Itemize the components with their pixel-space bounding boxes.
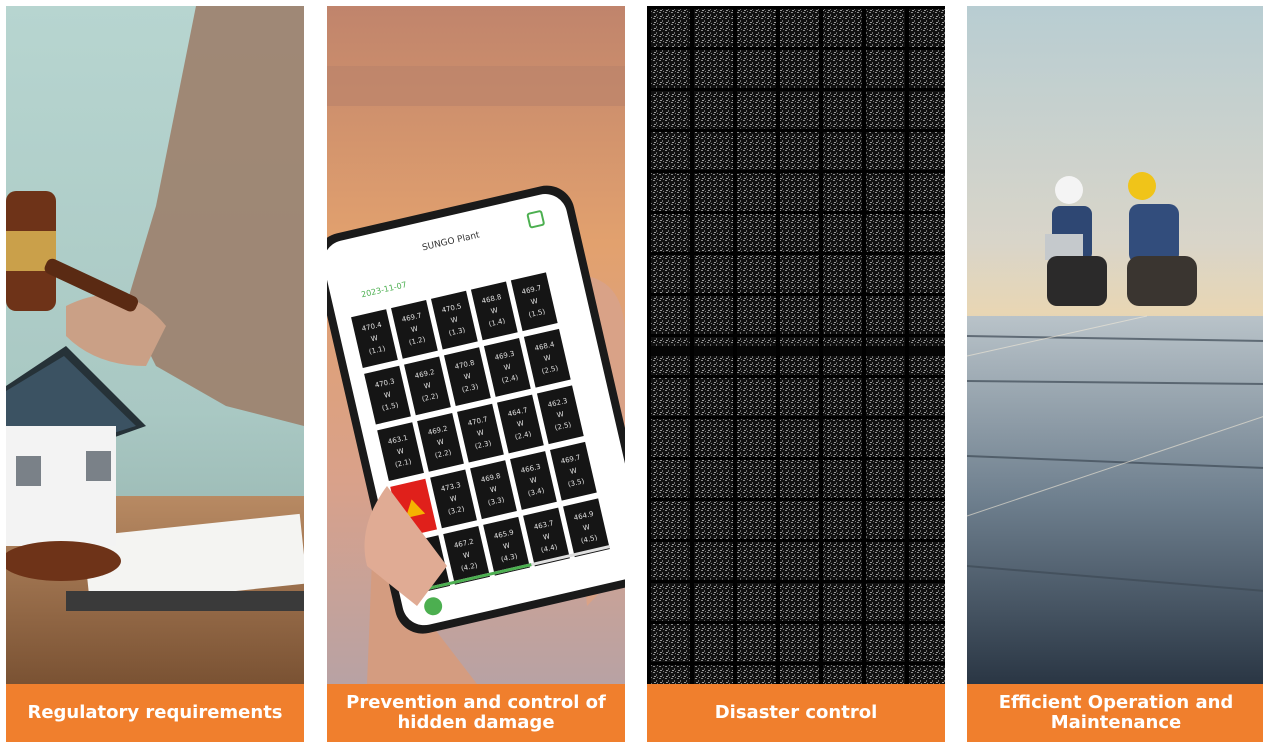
cell-gap bbox=[647, 498, 945, 501]
cell-gap bbox=[647, 539, 945, 542]
cell-gap bbox=[647, 334, 945, 337]
cell-gap bbox=[647, 211, 945, 214]
el-image-solar-panel-photo bbox=[647, 6, 945, 684]
cell-gap bbox=[647, 416, 945, 419]
workers-on-solar-roof-photo bbox=[967, 6, 1263, 684]
cell-gap bbox=[647, 621, 945, 624]
cell-gap bbox=[647, 6, 945, 9]
card-hidden-damage[interactable]: SUNGO Plant 2023-11-07 470.4 W (1.1) 469.7 W… bbox=[327, 6, 625, 742]
phone-solar-app-photo: SUNGO Plant 2023-11-07 470.4 W (1.1) 469.7 W… bbox=[327, 6, 625, 684]
cell-gap bbox=[647, 293, 945, 296]
cell-gap bbox=[647, 88, 945, 91]
card-disaster-control[interactable]: Disaster control bbox=[647, 6, 945, 742]
cell-gap bbox=[647, 47, 945, 50]
card-regulatory[interactable]: Regulatory requirements bbox=[6, 6, 304, 742]
cell-gap bbox=[647, 375, 945, 378]
cell-gap bbox=[647, 170, 945, 173]
card-operation-maintenance[interactable]: Efficient Operation and Maintenance bbox=[967, 6, 1263, 742]
card-caption: Efficient Operation and Maintenance bbox=[967, 684, 1263, 742]
cell-gap bbox=[647, 662, 945, 665]
card-caption: Regulatory requirements bbox=[6, 684, 304, 742]
card-caption: Disaster control bbox=[647, 684, 945, 742]
cell-gap bbox=[647, 457, 945, 460]
cell-gap bbox=[647, 580, 945, 583]
cell-gap bbox=[647, 129, 945, 132]
card-caption: Prevention and control of hidden damage bbox=[327, 684, 625, 742]
judge-gavel-house-model-photo bbox=[6, 6, 304, 684]
cell-gap bbox=[647, 252, 945, 255]
